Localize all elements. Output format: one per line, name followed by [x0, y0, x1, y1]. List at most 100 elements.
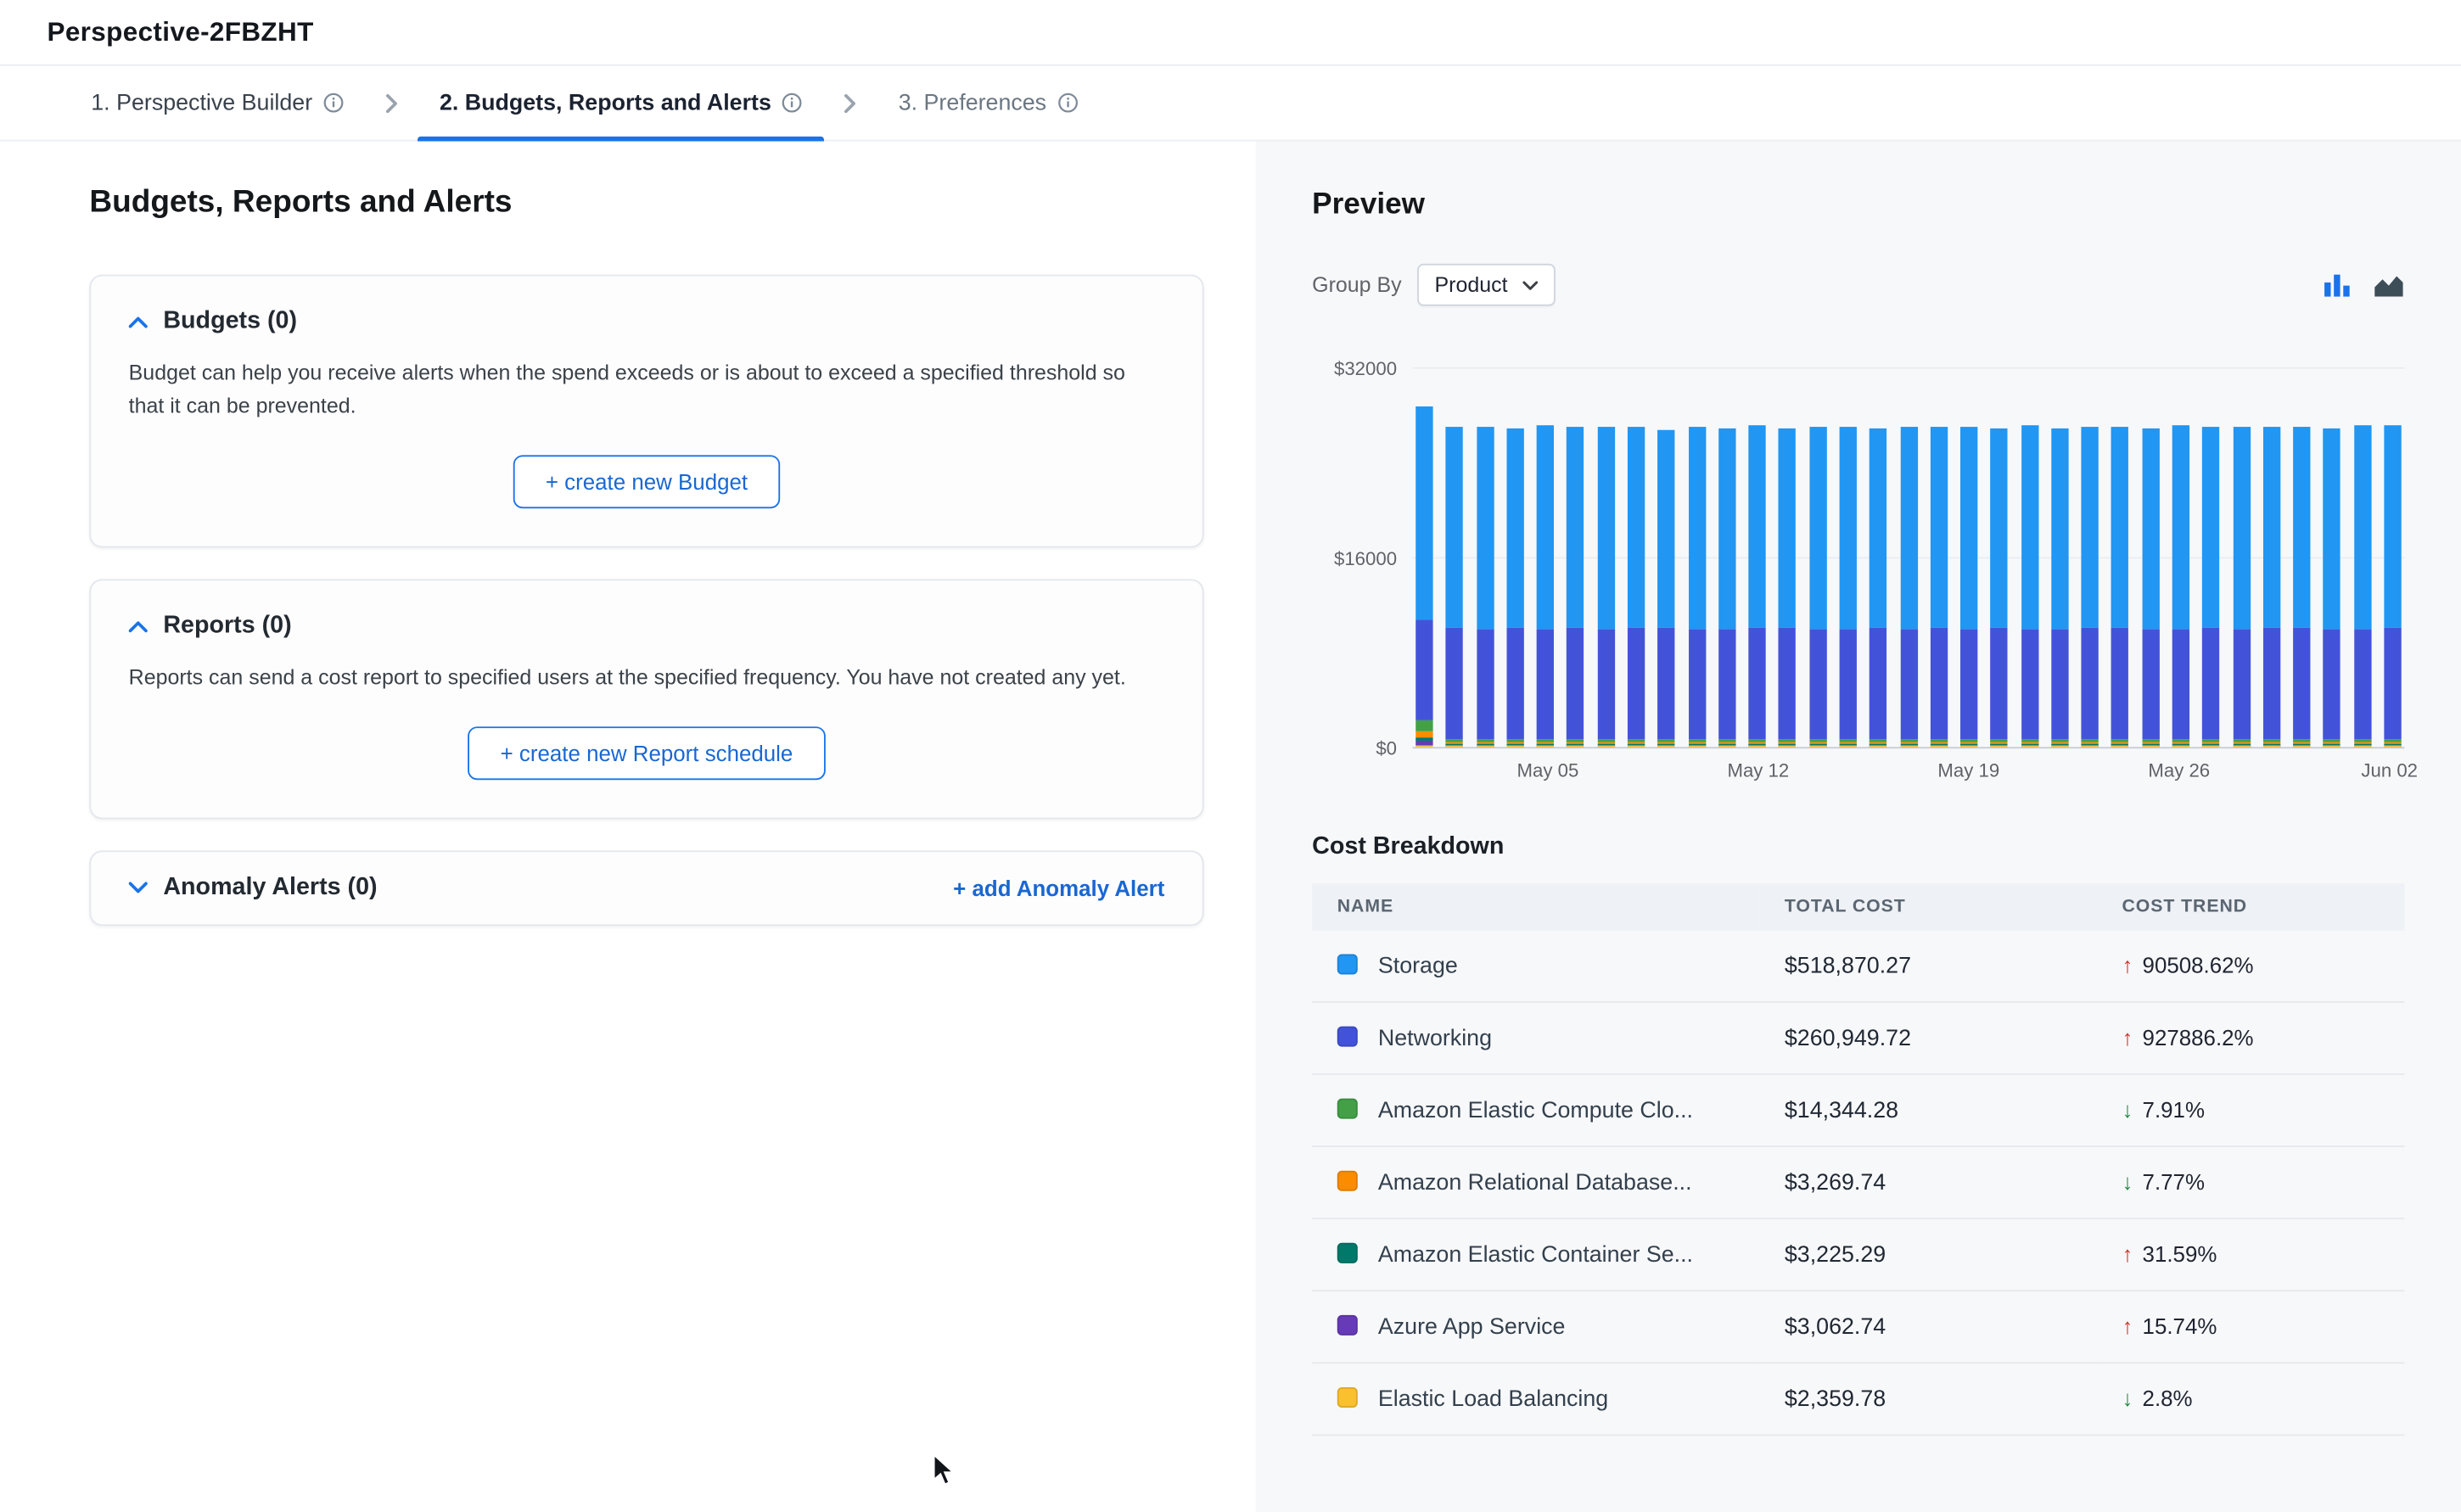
stacked-bar[interactable] — [1477, 369, 1494, 748]
table-row[interactable]: Amazon Relational Database...$3,269.74↓7… — [1312, 1146, 2404, 1218]
stacked-bar[interactable] — [1567, 369, 1584, 748]
bar-segment — [2142, 428, 2159, 629]
tab-label: 2. Budgets, Reports and Alerts — [440, 90, 771, 115]
trend-down-arrow-icon: ↓ — [2122, 1097, 2133, 1123]
bar-segment — [1749, 628, 1766, 738]
stacked-bar[interactable] — [1900, 369, 1917, 748]
stacked-bar[interactable] — [1506, 369, 1523, 748]
row-total-cost: $2,359.78 — [1759, 1363, 2097, 1435]
table-row[interactable]: Azure App Service$3,062.74↑15.74% — [1312, 1291, 2404, 1363]
stacked-bar[interactable] — [2233, 369, 2250, 748]
bar-segment — [1415, 620, 1432, 721]
step-tab-bar: 1. Perspective Builder 2. Budgets, Repor… — [0, 66, 2461, 142]
stacked-bar[interactable] — [1718, 369, 1735, 748]
stacked-bar[interactable] — [2082, 369, 2099, 748]
stacked-bar[interactable] — [2354, 369, 2371, 748]
stacked-bar[interactable] — [1930, 369, 1947, 748]
info-icon[interactable] — [323, 92, 344, 113]
table-row[interactable]: Networking$260,949.72↑927886.2% — [1312, 1002, 2404, 1074]
stacked-bar[interactable] — [2324, 369, 2340, 748]
table-row[interactable]: Amazon Elastic Container Se...$3,225.29↑… — [1312, 1218, 2404, 1291]
column-header-name: NAME — [1312, 883, 1759, 930]
reports-card-header[interactable]: Reports (0) — [129, 612, 1165, 640]
stacked-bar[interactable] — [1779, 369, 1796, 748]
stacked-bar[interactable] — [1749, 369, 1766, 748]
tab-budgets-reports-alerts[interactable]: 2. Budgets, Reports and Alerts — [418, 66, 825, 140]
stacked-bar[interactable] — [1446, 369, 1463, 748]
tab-preferences[interactable]: 3. Preferences — [877, 66, 1100, 140]
row-name[interactable]: Networking — [1378, 1026, 1492, 1051]
stacked-bar[interactable] — [1839, 369, 1856, 748]
stacked-bar[interactable] — [1991, 369, 2008, 748]
row-name[interactable]: Azure App Service — [1378, 1314, 1566, 1340]
create-report-schedule-button[interactable]: + create new Report schedule — [468, 726, 826, 780]
row-name[interactable]: Elastic Load Balancing — [1378, 1386, 1608, 1412]
bar-segment — [1688, 427, 1705, 629]
table-row[interactable]: Amazon Elastic Compute Clo...$14,344.28↓… — [1312, 1074, 2404, 1146]
stacked-bar[interactable] — [2202, 369, 2219, 748]
add-anomaly-alert-link[interactable]: + add Anomaly Alert — [953, 876, 1164, 901]
row-name[interactable]: Storage — [1378, 954, 1458, 979]
x-axis-label: Jun 02 — [2361, 759, 2418, 781]
create-budget-button[interactable]: + create new Budget — [513, 455, 781, 508]
bar-segment — [2111, 427, 2128, 629]
trend-value: 2.8% — [2143, 1386, 2193, 1411]
active-tab-underline — [418, 137, 825, 142]
stacked-bar[interactable] — [2051, 369, 2068, 748]
trend-value: 31.59% — [2143, 1241, 2217, 1267]
tab-label: 1. Perspective Builder — [91, 90, 312, 115]
stacked-bar[interactable] — [1537, 369, 1554, 748]
bar-segment — [1900, 427, 1917, 629]
row-name[interactable]: Amazon Elastic Container Se... — [1378, 1242, 1693, 1268]
bar-segment — [2384, 424, 2401, 628]
row-name[interactable]: Amazon Relational Database... — [1378, 1170, 1692, 1196]
chevron-right-icon — [366, 66, 418, 140]
bar-segment — [2233, 427, 2250, 629]
table-row[interactable]: Storage$518,870.27↑90508.62% — [1312, 931, 2404, 1002]
tab-label: 3. Preferences — [899, 90, 1046, 115]
anomaly-alerts-header[interactable]: Anomaly Alerts (0) — [129, 874, 378, 902]
row-name[interactable]: Amazon Elastic Compute Clo... — [1378, 1098, 1693, 1123]
stacked-bar[interactable] — [1870, 369, 1886, 748]
bar-segment — [1779, 628, 1796, 739]
bar-segment — [2172, 425, 2189, 630]
x-axis-label: May 12 — [1727, 759, 1789, 781]
area-chart-icon[interactable] — [2373, 272, 2404, 298]
info-icon[interactable] — [782, 92, 803, 113]
stacked-bar[interactable] — [2111, 369, 2128, 748]
y-axis-label: $16000 — [1334, 547, 1397, 569]
info-icon[interactable] — [1057, 92, 1078, 113]
stacked-bar[interactable] — [1960, 369, 1977, 748]
stacked-bar[interactable] — [1628, 369, 1645, 748]
table-row[interactable]: Elastic Load Balancing$2,359.78↓2.8% — [1312, 1363, 2404, 1435]
tab-perspective-builder[interactable]: 1. Perspective Builder — [69, 66, 366, 140]
bar-segment — [1658, 628, 1675, 738]
stacked-bar[interactable] — [2172, 369, 2189, 748]
chevron-up-icon[interactable] — [129, 316, 148, 328]
row-total-cost: $3,225.29 — [1759, 1218, 2097, 1291]
chevron-right-icon — [825, 66, 877, 140]
stacked-bar[interactable] — [1809, 369, 1826, 748]
stacked-bar[interactable] — [1658, 369, 1675, 748]
bar-segment — [1779, 428, 1796, 628]
stacked-bar[interactable] — [2142, 369, 2159, 748]
section-heading: Budgets, Reports and Alerts — [89, 185, 1203, 221]
trend-up-arrow-icon: ↑ — [2122, 1313, 2133, 1339]
stacked-bar[interactable] — [2263, 369, 2280, 748]
row-total-cost: $518,870.27 — [1759, 931, 2097, 1002]
bar-segment — [1567, 427, 1584, 628]
chevron-down-icon[interactable] — [129, 882, 148, 894]
stacked-bar-chart: $32000$16000$0 May 05May 12May 19May 26J… — [1312, 369, 2404, 787]
stacked-bar[interactable] — [2384, 369, 2401, 748]
stacked-bar[interactable] — [1597, 369, 1614, 748]
group-by-dropdown[interactable]: Product — [1417, 264, 1555, 306]
chevron-up-icon[interactable] — [129, 619, 148, 632]
budgets-card-header[interactable]: Budgets (0) — [129, 308, 1165, 336]
stacked-bar[interactable] — [1415, 369, 1432, 748]
stacked-bar[interactable] — [2021, 369, 2038, 748]
stacked-bar[interactable] — [1688, 369, 1705, 748]
bar-chart-icon[interactable] — [2323, 272, 2351, 298]
trend-value: 15.74% — [2143, 1313, 2217, 1339]
bar-segment — [1930, 427, 1947, 627]
stacked-bar[interactable] — [2293, 369, 2310, 748]
